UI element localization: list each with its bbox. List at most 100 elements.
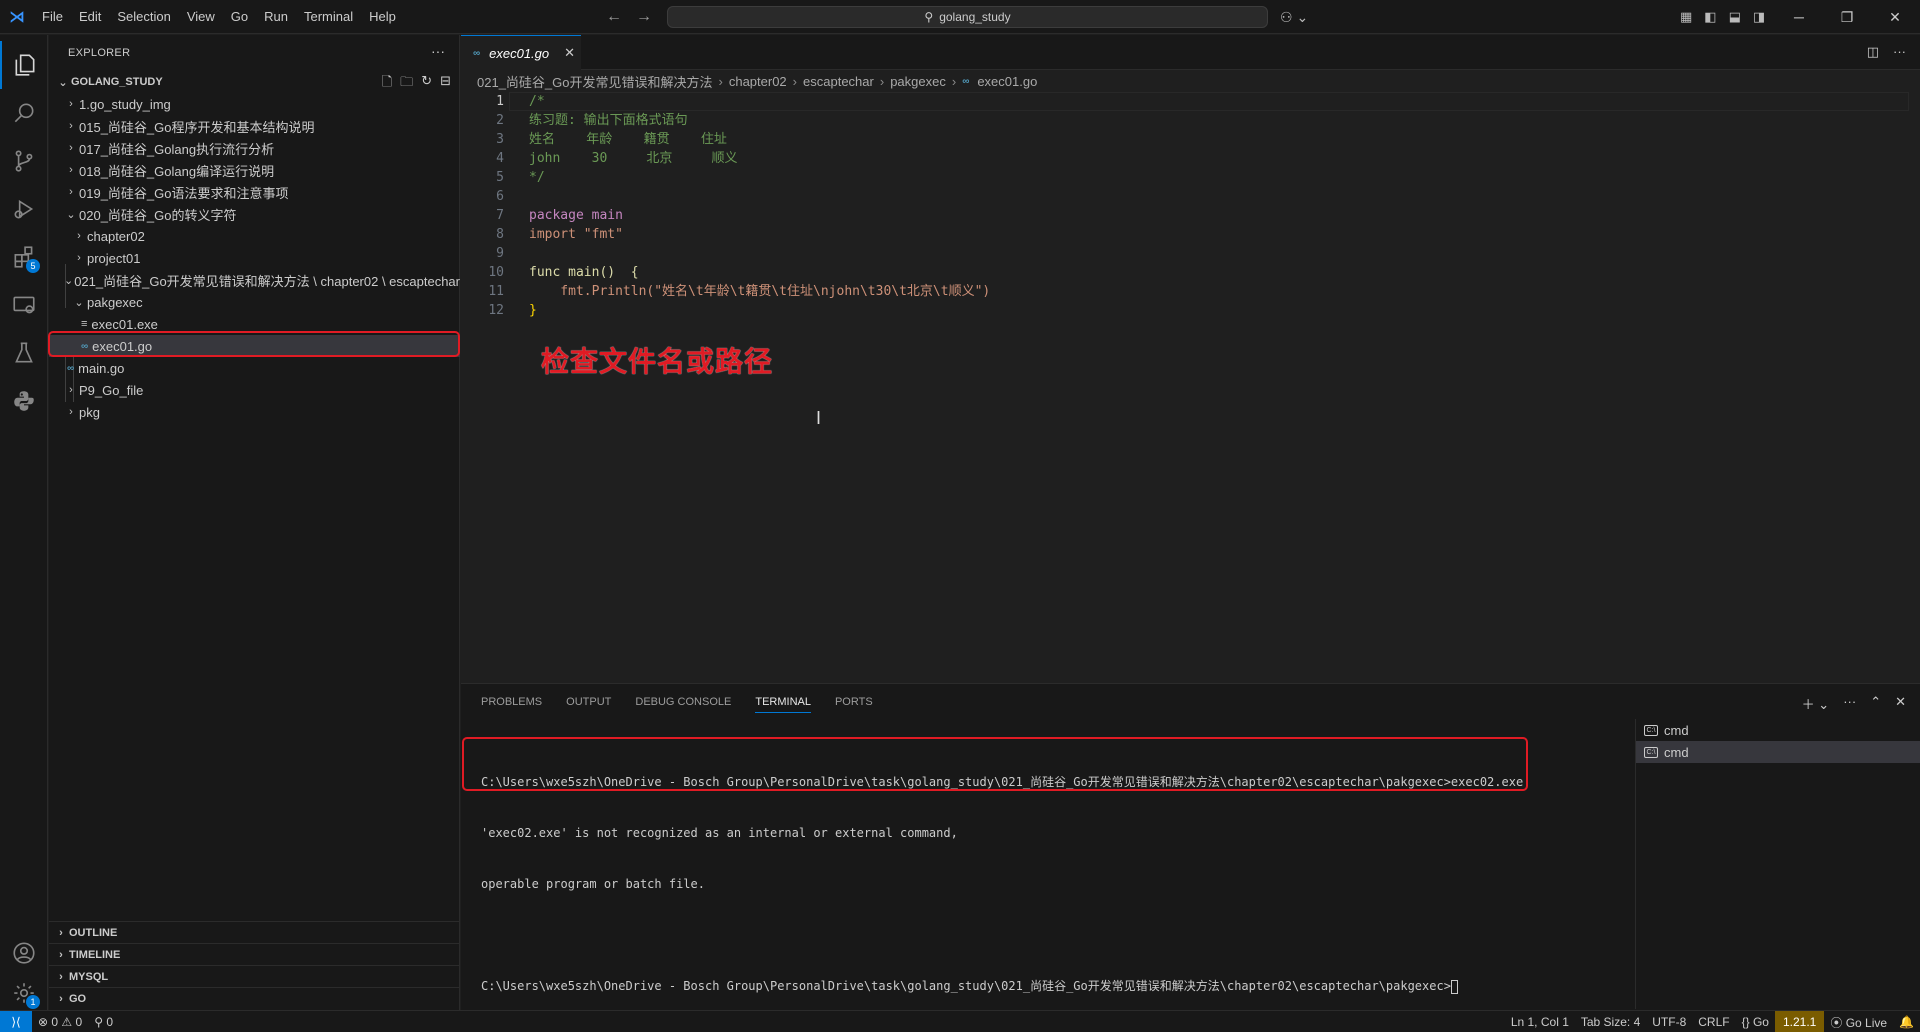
command-center-search[interactable]: ⚲ golang_study bbox=[667, 6, 1268, 28]
breadcrumb-item[interactable]: pakgexec bbox=[890, 74, 946, 89]
menu-view[interactable]: View bbox=[179, 0, 223, 34]
more-actions-icon[interactable]: ··· bbox=[1843, 694, 1856, 713]
tree-item-label: pakgexec bbox=[87, 294, 143, 310]
breadcrumb-item[interactable]: exec01.go bbox=[977, 74, 1037, 89]
more-actions-icon[interactable]: ··· bbox=[1893, 44, 1906, 60]
breadcrumb-item[interactable]: 021_尚硅谷_Go开发常见错误和解决方法 bbox=[477, 72, 713, 91]
close-panel-icon[interactable]: ✕ bbox=[1895, 694, 1906, 713]
toggle-panel-icon[interactable]: ⬓ bbox=[1729, 9, 1741, 25]
explorer-title: EXPLORER bbox=[68, 46, 131, 59]
ports-status[interactable]: ⚲ 0 bbox=[88, 1015, 119, 1029]
toggle-secondary-sidebar-icon[interactable]: ◨ bbox=[1753, 9, 1765, 25]
tree-item-label: 020_尚硅谷_Go的转义字符 bbox=[79, 207, 237, 223]
chevron-down-icon: ⌄ bbox=[66, 208, 76, 221]
explorer-icon[interactable] bbox=[0, 41, 48, 89]
tab-terminal[interactable]: TERMINAL bbox=[755, 696, 811, 713]
close-tab-icon[interactable]: ✕ bbox=[564, 45, 575, 61]
breadcrumb: 021_尚硅谷_Go开发常见错误和解决方法 › chapter02 › esca… bbox=[461, 70, 1920, 92]
maximize-panel-icon[interactable]: ⌃ bbox=[1870, 694, 1881, 713]
tab-ports[interactable]: PORTS bbox=[835, 696, 873, 708]
split-editor-icon[interactable]: ◫ bbox=[1867, 44, 1879, 60]
terminal-line: C:\Users\wxe5szh\OneDrive - Bosch Group\… bbox=[481, 979, 1451, 993]
chevron-right-icon: › bbox=[951, 73, 957, 89]
tree-folder-019[interactable]: › 019_尚硅谷_Go语法要求和注意事项 bbox=[49, 181, 460, 203]
go-live-button[interactable]: ⦿ Go Live bbox=[1824, 1014, 1893, 1031]
tree-folder-chapter02[interactable]: › chapter02 bbox=[49, 225, 460, 247]
text-cursor-icon: I bbox=[816, 408, 822, 428]
encoding[interactable]: UTF-8 bbox=[1646, 1015, 1692, 1029]
section-go[interactable]: › GO bbox=[49, 987, 460, 1009]
collapse-all-icon[interactable]: ⊟ bbox=[440, 73, 451, 95]
tree-folder-pakgexec[interactable]: ⌄ pakgexec bbox=[49, 291, 460, 313]
terminal-cursor bbox=[1450, 979, 1458, 994]
line-ending[interactable]: CRLF bbox=[1692, 1015, 1735, 1029]
tree-folder-018[interactable]: › 018_尚硅谷_Golang编译运行说明 bbox=[49, 159, 460, 181]
new-file-icon[interactable]: 🗋 bbox=[382, 73, 392, 95]
problems-status[interactable]: ⊗ 0 ⚠ 0 bbox=[32, 1015, 88, 1029]
python-icon[interactable] bbox=[0, 377, 48, 425]
tree-folder-017[interactable]: › 017_尚硅谷_Golang执行流行分析 bbox=[49, 137, 460, 159]
tab-exec01-go[interactable]: ∞ exec01.go ✕ bbox=[461, 35, 581, 70]
chevron-down-icon: ⌄ bbox=[74, 296, 84, 309]
tree-folder-015[interactable]: › 015_尚硅谷_Go程序开发和基本结构说明 bbox=[49, 115, 460, 137]
language-mode[interactable]: {} Go bbox=[1736, 1015, 1775, 1029]
tree-folder-020[interactable]: ⌄ 020_尚硅谷_Go的转义字符 bbox=[49, 203, 460, 225]
customize-layout-icon[interactable]: ▦ bbox=[1680, 9, 1692, 25]
more-actions-icon[interactable]: ··· bbox=[431, 43, 445, 59]
search-icon[interactable] bbox=[0, 89, 48, 137]
tree-file-main-go[interactable]: ∞ main.go bbox=[49, 357, 460, 379]
terminal-item-cmd-1[interactable]: C:\ cmd bbox=[1636, 719, 1920, 741]
line-number: 7 bbox=[496, 208, 504, 223]
tab-problems[interactable]: PROBLEMS bbox=[481, 696, 542, 708]
tab-output[interactable]: OUTPUT bbox=[566, 696, 611, 708]
tab-size[interactable]: Tab Size: 4 bbox=[1575, 1015, 1646, 1029]
section-timeline[interactable]: › TIMELINE bbox=[49, 943, 460, 965]
notifications-bell-icon[interactable]: 🔔 bbox=[1893, 1015, 1920, 1029]
menu-edit[interactable]: Edit bbox=[71, 0, 109, 34]
breadcrumb-item[interactable]: chapter02 bbox=[729, 74, 787, 89]
tree-folder-project01[interactable]: › project01 bbox=[49, 247, 460, 269]
new-terminal-icon[interactable]: ＋ ⌄ bbox=[1802, 694, 1830, 713]
code-line-import: import "fmt" bbox=[529, 227, 623, 242]
tree-folder-pkg[interactable]: › pkg bbox=[49, 401, 460, 423]
run-debug-icon[interactable] bbox=[0, 185, 48, 233]
tree-folder-p9-go-file[interactable]: › P9_Go_file bbox=[49, 379, 460, 401]
new-folder-icon[interactable]: 🗀 bbox=[400, 73, 413, 95]
toggle-primary-sidebar-icon[interactable]: ◧ bbox=[1704, 9, 1716, 25]
tab-debug-console[interactable]: DEBUG CONSOLE bbox=[635, 696, 731, 708]
menu-terminal[interactable]: Terminal bbox=[296, 0, 361, 34]
remote-explorer-icon[interactable] bbox=[0, 281, 48, 329]
remote-indicator-icon[interactable]: ⟩⟨ bbox=[0, 1010, 32, 1032]
section-outline[interactable]: › OUTLINE bbox=[49, 921, 460, 943]
go-version-badge[interactable]: 1.21.1 bbox=[1774, 1011, 1825, 1032]
minimize-icon[interactable]: ─ bbox=[1775, 9, 1823, 25]
window-controls: ─ ❐ ✕ bbox=[1775, 0, 1919, 34]
tree-folder-go-study-img[interactable]: › 1.go_study_img bbox=[49, 93, 460, 115]
line-number: 9 bbox=[496, 246, 504, 261]
close-window-icon[interactable]: ✕ bbox=[1871, 9, 1919, 26]
warning-count: 0 bbox=[75, 1014, 83, 1029]
line-number: 11 bbox=[488, 284, 504, 299]
restore-icon[interactable]: ❐ bbox=[1823, 9, 1871, 26]
menu-help[interactable]: Help bbox=[361, 0, 404, 34]
testing-icon[interactable] bbox=[0, 329, 48, 377]
refresh-icon[interactable]: ↻ bbox=[421, 73, 432, 95]
extensions-icon[interactable]: 5 bbox=[0, 233, 48, 281]
forward-arrow-icon[interactable]: → bbox=[636, 8, 652, 26]
menu-go[interactable]: Go bbox=[223, 0, 256, 34]
menu-file[interactable]: File bbox=[34, 0, 71, 34]
tree-item-label: 018_尚硅谷_Golang编译运行说明 bbox=[79, 163, 275, 179]
code-editor[interactable]: 1 2 3 4 5 6 7 8 9 10 11 12 /* 练习题: 输出下面格… bbox=[461, 92, 1920, 682]
go-file-icon: ∞ bbox=[67, 362, 75, 374]
menu-run[interactable]: Run bbox=[256, 0, 296, 34]
breadcrumb-item[interactable]: escaptechar bbox=[803, 74, 874, 89]
terminal-item-cmd-2[interactable]: C:\ cmd bbox=[1636, 741, 1920, 763]
chevron-right-icon: › bbox=[718, 73, 723, 89]
back-arrow-icon[interactable]: ← bbox=[606, 8, 622, 26]
cursor-position[interactable]: Ln 1, Col 1 bbox=[1505, 1015, 1575, 1029]
menu-selection[interactable]: Selection bbox=[109, 0, 178, 34]
section-mysql[interactable]: › MYSQL bbox=[49, 965, 460, 987]
tree-folder-021[interactable]: ⌄ 021_尚硅谷_Go开发常见错误和解决方法 \ chapter02 \ es… bbox=[49, 269, 460, 291]
source-control-icon[interactable] bbox=[0, 137, 48, 185]
copilot-icon[interactable]: ⚇ ⌄ bbox=[1280, 0, 1308, 34]
